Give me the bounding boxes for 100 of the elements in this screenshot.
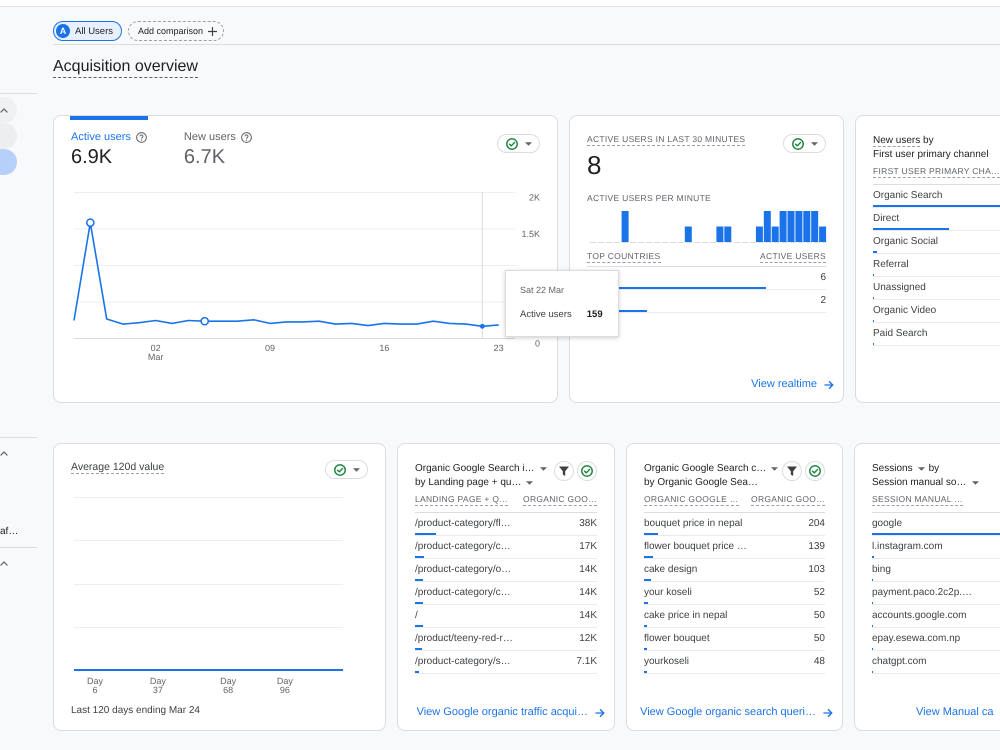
caret-icon [352, 468, 360, 472]
row-label: flower bouquet [644, 632, 710, 645]
row-value: 50 [814, 609, 825, 622]
caret-icon [540, 467, 547, 471]
add-comparison-button[interactable]: Add comparison [128, 21, 224, 41]
caret-icon [526, 481, 534, 485]
metric-tab[interactable]: Active users 6.9K [70, 116, 148, 169]
status-menu-button[interactable] [783, 134, 826, 153]
card-title: Average 120d value [71, 461, 164, 474]
row-label: yourkoseli [644, 655, 690, 668]
column-header: ORGANIC GOO… [751, 494, 825, 506]
check-circle-icon [792, 138, 804, 150]
card-title: New users by [873, 134, 934, 148]
row-label: Organic Social [873, 235, 938, 248]
title-dropdown[interactable]: Sessions [872, 462, 925, 476]
row-value: 12K [579, 632, 597, 645]
row-label: cake price in nepal [644, 609, 728, 622]
caret-icon [918, 467, 925, 471]
status-menu-button[interactable] [497, 134, 540, 153]
row-label: google [872, 517, 902, 530]
filter-button[interactable] [782, 461, 802, 481]
segment-chip[interactable]: A All Users [53, 21, 122, 41]
status-button[interactable] [577, 461, 597, 481]
check-circle-icon [506, 138, 518, 150]
chart-caption: Last 120 days ending Mar 24 [71, 704, 201, 717]
column-header: ORGANIC GOO… [523, 494, 597, 506]
caret-icon [972, 481, 978, 485]
title-text: by [928, 462, 940, 476]
row-label: Organic Search [873, 189, 942, 202]
row-value: 139 [808, 540, 825, 553]
metric-tab[interactable]: New users 6.7K [182, 116, 253, 169]
view-report-link[interactable]: View Google organic traffic acqui… [416, 706, 605, 719]
hover-point-marker [480, 324, 485, 329]
title-dropdown[interactable]: Organic Google Search c… [644, 462, 778, 476]
row-value: 38K [579, 517, 597, 530]
axis-label: Day 68 [220, 676, 236, 695]
title-dropdown[interactable]: Session manual so… [872, 476, 978, 490]
check-circle-icon [809, 465, 821, 477]
row-label: /product-category/c… [415, 540, 511, 553]
row-label: accounts.google.com [872, 609, 967, 622]
metric-value: 6.9K [71, 145, 112, 169]
arrow-right-icon [595, 708, 605, 718]
section-toggle[interactable] [0, 97, 17, 123]
anomaly-marker[interactable] [200, 316, 210, 326]
row-label: /product-category/c… [415, 586, 511, 599]
row-label: /product/teeny-red-r… [415, 632, 513, 645]
check-circle-icon [334, 464, 346, 476]
row-label: Referral [873, 258, 909, 271]
help-icon[interactable] [240, 132, 252, 143]
column-header: ORGANIC GOOGLE … [644, 494, 739, 506]
filter-button[interactable] [554, 461, 574, 481]
column-header: ACTIVE USERS [760, 251, 826, 263]
axis-label: Day 96 [276, 676, 293, 695]
row-label: Unassigned [873, 281, 926, 294]
row-value: 17K [579, 540, 597, 553]
title-dropdown[interactable]: by Landing page + qu… [415, 476, 534, 490]
row-value: 103 [808, 563, 825, 576]
row-label: /product-category/s… [415, 655, 511, 668]
row-label: chatgpt.com [872, 655, 926, 668]
column-header: LANDING PAGE + Q… [415, 494, 508, 506]
card-title: ACTIVE USERS IN LAST 30 MINUTES [587, 134, 746, 146]
card-title: First user primary channel [873, 148, 989, 162]
section-toggle[interactable] [0, 451, 8, 456]
axis-label: 2K [528, 192, 540, 202]
metric-value: 6.7K [184, 145, 226, 169]
row-label: bing [872, 563, 891, 576]
row-label: Organic Video [873, 304, 936, 317]
anomaly-marker[interactable] [86, 218, 95, 227]
axis-label: 23 [494, 343, 504, 353]
view-report-link[interactable]: View Google organic search queri… [640, 706, 833, 719]
chevron-up-icon [0, 561, 8, 566]
axis-label: 16 [379, 343, 390, 353]
row-label: /product-category/fl… [415, 517, 511, 530]
row-value: 2 [820, 294, 826, 307]
row-label: epay.esewa.com.np [872, 632, 960, 645]
row-label: bouquet price in nepal [644, 517, 742, 530]
axis-label: 09 [265, 343, 275, 353]
row-label: your koseli [644, 586, 692, 599]
status-menu-button[interactable] [325, 460, 368, 479]
filter-icon [787, 466, 797, 476]
nav-item[interactable]: af… [0, 525, 18, 538]
help-icon[interactable] [136, 132, 147, 143]
column-header: TOP COUNTRIES [587, 251, 660, 263]
chevron-up-icon [0, 108, 8, 112]
section-toggle[interactable] [0, 561, 8, 566]
arrow-right-icon [824, 380, 834, 390]
title-dropdown[interactable]: Organic Google Search i… [415, 462, 547, 476]
chevron-up-icon [0, 451, 8, 456]
avatar-badge: A [56, 24, 70, 38]
status-button[interactable] [805, 461, 825, 481]
view-report-link[interactable]: View realtime [751, 378, 834, 391]
row-value: 50 [814, 632, 825, 645]
view-report-link[interactable]: View Manual ca [916, 706, 994, 719]
tooltip-date: Sat 22 Mar [520, 284, 566, 296]
caret-icon [524, 142, 532, 146]
row-value: 6 [820, 271, 826, 284]
tooltip-label: Active users [520, 309, 572, 321]
metric-value: 8 [587, 151, 602, 179]
check-circle-icon [581, 465, 593, 477]
column-header: FIRST USER PRIMARY CHA… [873, 166, 1000, 178]
